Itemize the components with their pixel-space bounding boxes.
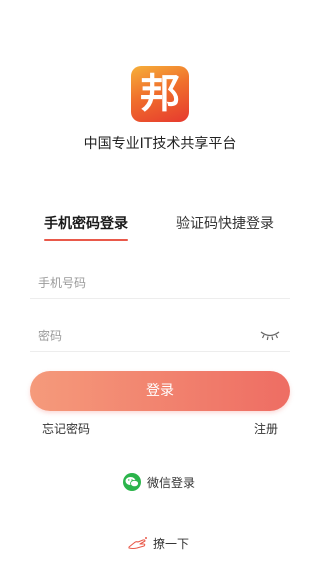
slogan: 中国专业IT技术共享平台 — [83, 136, 237, 152]
forgot-password-link[interactable]: 忘记密码 — [42, 421, 90, 437]
password-input[interactable] — [38, 325, 258, 347]
tab-label: 验证码快捷登录 — [176, 216, 274, 232]
hand-icon — [128, 537, 147, 550]
tab-phone-password-login[interactable]: 手机密码登录 — [44, 214, 128, 241]
visit-link[interactable]: 撩一下 — [128, 533, 189, 553]
wechat-login-label: 微信登录 — [147, 475, 196, 490]
eye-closed-icon[interactable] — [260, 329, 280, 341]
active-tab-indicator — [44, 239, 128, 241]
wechat-icon — [123, 473, 141, 491]
phone-field — [30, 268, 290, 299]
login-button[interactable]: 登录 — [30, 371, 290, 411]
wechat-login-button[interactable]: 微信登录 — [123, 472, 195, 492]
password-field — [30, 321, 290, 352]
login-page: 邦 中国专业IT技术共享平台 手机密码登录 验证码快捷登录 登录 忘记密码 注册 — [0, 0, 320, 569]
tab-verification-code-login[interactable]: 验证码快捷登录 — [176, 214, 274, 234]
tab-label: 手机密码登录 — [44, 216, 128, 232]
register-link[interactable]: 注册 — [254, 421, 278, 437]
visit-label: 撩一下 — [153, 536, 190, 551]
phone-input[interactable] — [38, 272, 258, 294]
app-logo: 邦 — [131, 66, 189, 122]
